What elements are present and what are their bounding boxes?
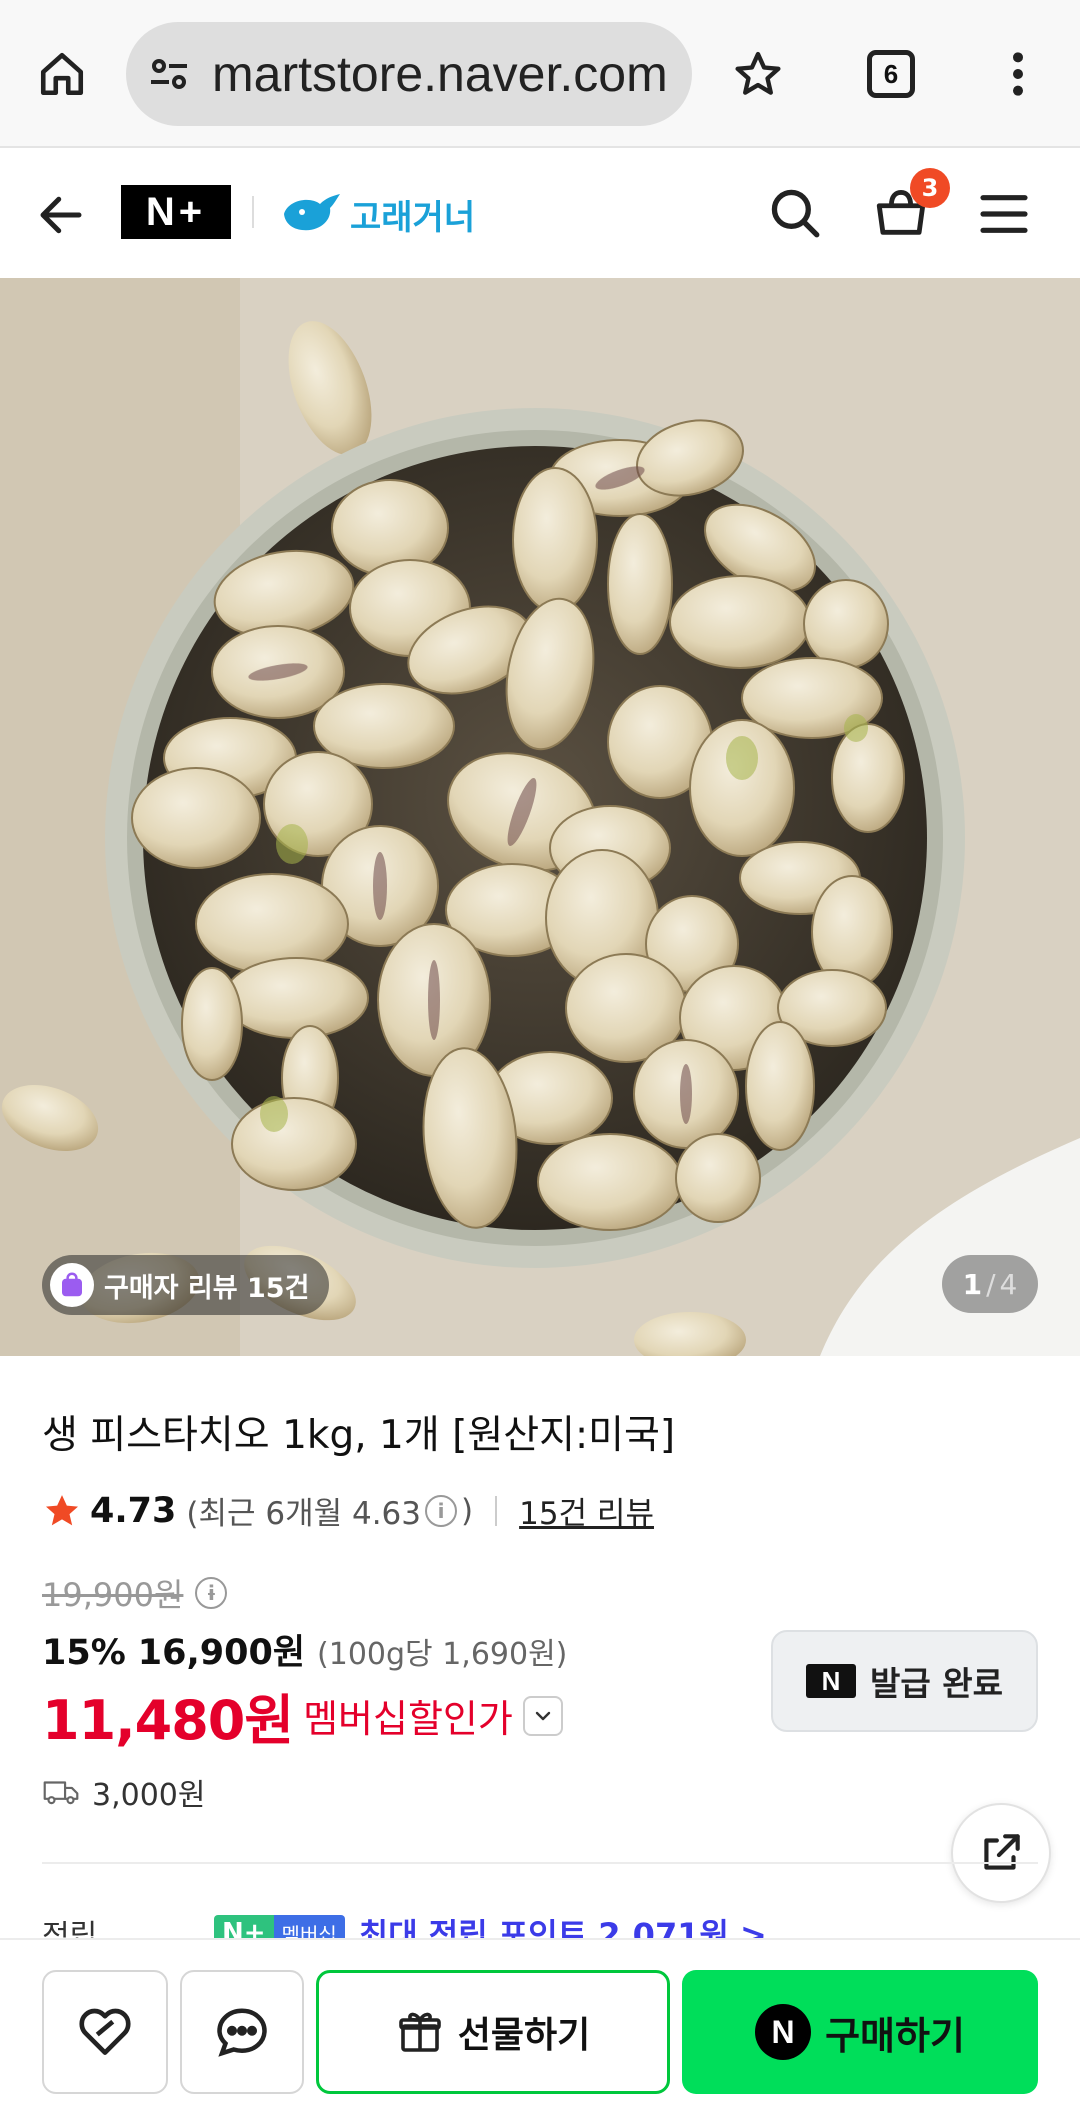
more-vert-icon[interactable] — [978, 34, 1058, 114]
search-icon[interactable] — [766, 184, 826, 244]
tab-switcher-button[interactable]: 6 — [851, 34, 931, 114]
heart-icon — [79, 2008, 131, 2055]
star-icon[interactable] — [718, 34, 798, 114]
naver-plus-logo[interactable]: N+ — [121, 185, 231, 239]
info-icon[interactable]: i — [195, 1577, 228, 1609]
buyer-review-count: 구매자 리뷰 15건 — [104, 1272, 310, 1304]
brand-logo[interactable]: 고래거너 — [280, 186, 475, 242]
talk-talk-button[interactable] — [180, 1970, 304, 2094]
rating-row: 4.73 (최근 6개월 4.63 i ) 15건 리뷰 — [42, 1488, 654, 1533]
image-counter-separator: / — [986, 1267, 996, 1301]
original-price: 19,900원 — [42, 1576, 184, 1614]
logo-separator — [252, 196, 254, 228]
membership-price: 11,480원 — [42, 1689, 294, 1752]
original-price-row: 19,900원 i — [42, 1570, 228, 1616]
tab-count: 6 — [867, 50, 915, 98]
coupon-label: 발급 완료 — [870, 1664, 1003, 1703]
address-bar[interactable]: martstore.naver.com — [126, 22, 692, 126]
rating-recent-suffix: ) — [461, 1492, 474, 1529]
share-icon — [984, 1834, 1020, 1870]
home-icon[interactable] — [22, 34, 102, 114]
pistachio-bowl-photo — [0, 278, 1080, 1356]
image-counter-current: 1 — [962, 1267, 983, 1301]
bottom-action-bar: 선물하기 N 구매하기 — [0, 1938, 1080, 2119]
unit-price: (100g당 1,690원) — [317, 1637, 568, 1672]
back-arrow-icon[interactable] — [34, 188, 94, 242]
review-count-link[interactable]: 15건 리뷰 — [519, 1488, 654, 1533]
chat-icon — [217, 2008, 267, 2057]
chevron-down-icon[interactable] — [522, 1695, 563, 1736]
cart-icon[interactable]: 3 — [872, 168, 950, 244]
membership-price-row: 11,480원 멤버십할인가 — [42, 1676, 563, 1755]
site-settings-icon[interactable] — [144, 50, 194, 98]
sale-price: 16,900원 — [137, 1633, 306, 1673]
shipping-fee: 3,000원 — [92, 1778, 206, 1813]
product-title: 생 피스타치오 1kg, 1개 [원산지:미국] — [42, 1413, 676, 1458]
truck-icon — [43, 1781, 79, 1805]
shipping-row: 3,000원 — [42, 1770, 205, 1814]
gift-label: 선물하기 — [457, 2015, 591, 2056]
rating-score: 4.73 — [90, 1490, 177, 1531]
section-divider — [42, 1862, 1038, 1864]
store-header: N+ 고래거너 3 — [0, 150, 1080, 278]
naver-n-icon: N — [806, 1664, 857, 1698]
membership-price-label: 멤버십할인가 — [303, 1697, 513, 1741]
naver-pay-icon: N — [755, 2004, 812, 2060]
share-button[interactable] — [951, 1803, 1051, 1903]
discount-rate: 15% — [42, 1633, 126, 1673]
rating-recent: (최근 6개월 4.63 i ) — [186, 1488, 473, 1533]
brand-name: 고래거너 — [350, 197, 476, 238]
browser-toolbar: martstore.naver.com 6 — [0, 0, 1080, 148]
like-button[interactable] — [42, 1970, 168, 2094]
rating-recent-prefix: (최근 6개월 4.63 — [186, 1496, 421, 1532]
image-counter: 1 / 4 — [942, 1255, 1038, 1313]
sale-price-row: 15% 16,900원 (100g당 1,690원) — [42, 1624, 567, 1675]
buy-label: 구매하기 — [825, 2013, 965, 2058]
buyer-review-chip[interactable]: 구매자 리뷰 15건 — [42, 1255, 330, 1315]
product-image[interactable] — [0, 278, 1080, 1356]
coupon-issued-button[interactable]: N 발급 완료 — [771, 1630, 1038, 1732]
rating-divider — [495, 1495, 498, 1526]
info-icon[interactable]: i — [425, 1494, 457, 1527]
image-counter-total: 4 — [999, 1267, 1018, 1301]
url-text[interactable]: martstore.naver.com — [212, 45, 668, 103]
whale-icon — [284, 194, 340, 231]
gift-icon — [398, 2012, 441, 2052]
buy-button[interactable]: N 구매하기 — [682, 1970, 1038, 2094]
cart-badge: 3 — [910, 168, 950, 208]
star-rating-icon — [46, 1494, 78, 1525]
menu-icon[interactable] — [976, 186, 1036, 242]
review-bag-icon — [50, 1263, 94, 1307]
gift-button[interactable]: 선물하기 — [316, 1970, 670, 2094]
